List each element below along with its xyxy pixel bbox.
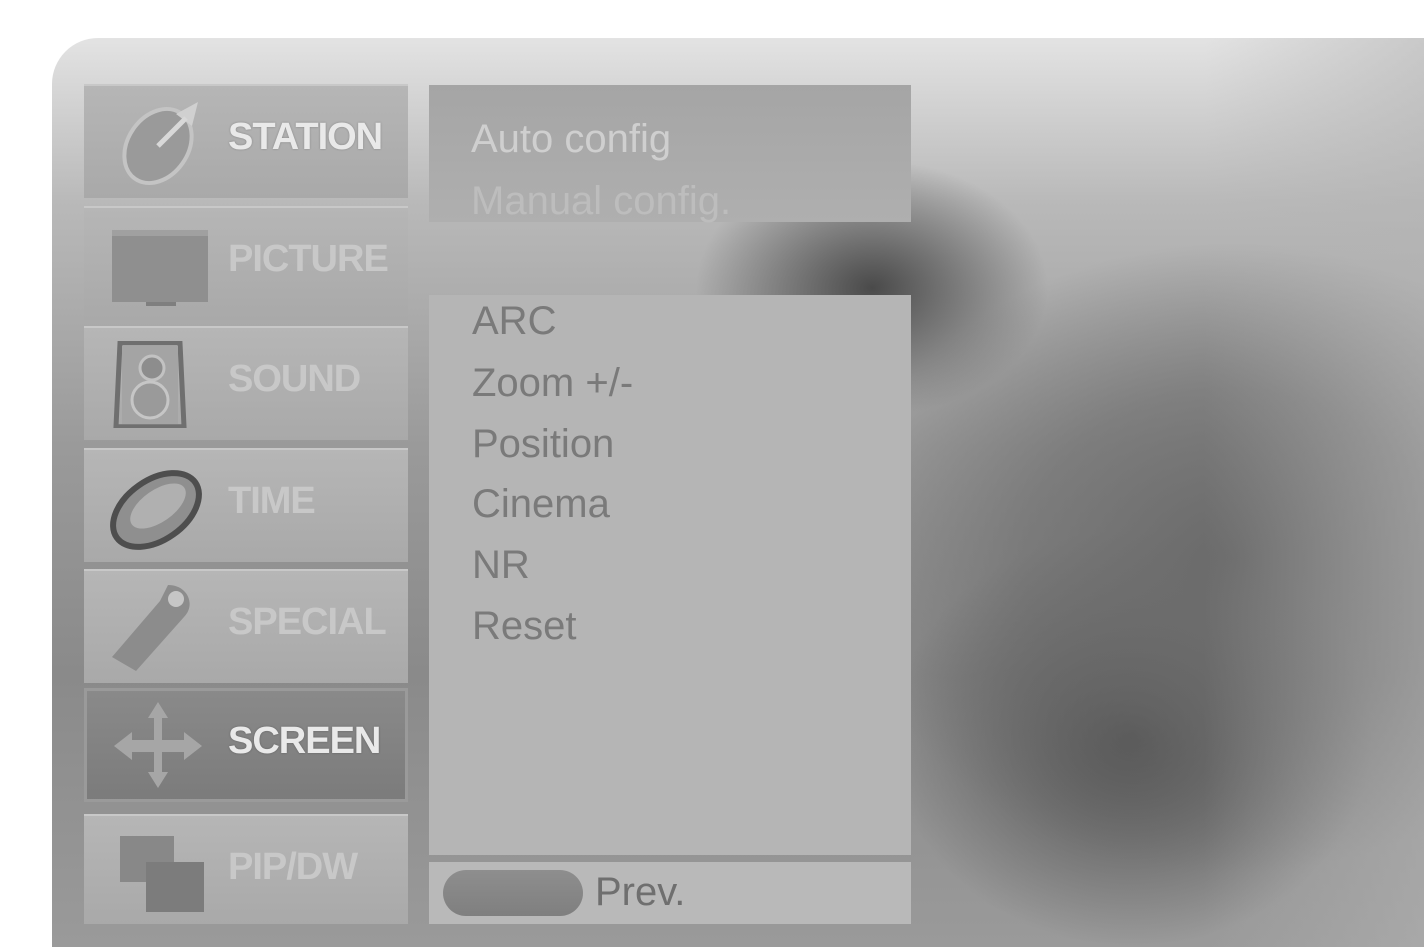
station-submenu: Auto config Manual config.	[429, 85, 911, 224]
menu-item-sound[interactable]: SOUND	[84, 326, 408, 440]
bottom-help-bar: Prev.	[429, 862, 911, 924]
option-position[interactable]: Position	[472, 422, 614, 467]
prev-button[interactable]	[443, 870, 583, 916]
menu-label-station: STATION	[228, 116, 383, 158]
option-zoom[interactable]: Zoom +/-	[472, 361, 633, 406]
clock-icon	[110, 470, 202, 550]
prev-label: Prev.	[595, 870, 686, 914]
tag-icon	[112, 585, 190, 671]
auto-config-option[interactable]: Auto config	[471, 117, 671, 162]
satellite-dish-icon	[122, 102, 198, 186]
speaker-icon	[113, 340, 187, 428]
menu-label-sound: SOUND	[228, 358, 361, 400]
option-cinema[interactable]: Cinema	[472, 482, 610, 527]
menu-label-time: TIME	[228, 480, 316, 522]
menu-label-screen: SCREEN	[228, 720, 381, 762]
menu-item-screen[interactable]: SCREEN	[84, 688, 408, 802]
menu-item-time[interactable]: TIME	[84, 448, 408, 562]
manual-config-option[interactable]: Manual config.	[471, 179, 731, 224]
option-nr[interactable]: NR	[472, 543, 530, 588]
menu-item-station[interactable]: STATION	[84, 84, 408, 198]
pip-windows-icon	[120, 836, 204, 912]
option-arc[interactable]: ARC	[472, 299, 556, 344]
option-reset[interactable]: Reset	[472, 604, 577, 649]
menu-label-picture: PICTURE	[228, 238, 389, 280]
tv-screen-icon	[112, 230, 208, 306]
menu-label-special: SPECIAL	[228, 601, 387, 643]
menu-item-special[interactable]: SPECIAL	[84, 569, 408, 683]
move-arrows-icon	[114, 702, 202, 788]
screen-submenu: ARC Zoom +/- Position Cinema NR Reset	[429, 295, 911, 855]
menu-item-picture[interactable]: PICTURE	[84, 206, 408, 320]
menu-item-pip[interactable]: PIP/DW	[84, 814, 408, 924]
menu-label-pip: PIP/DW	[228, 846, 358, 888]
